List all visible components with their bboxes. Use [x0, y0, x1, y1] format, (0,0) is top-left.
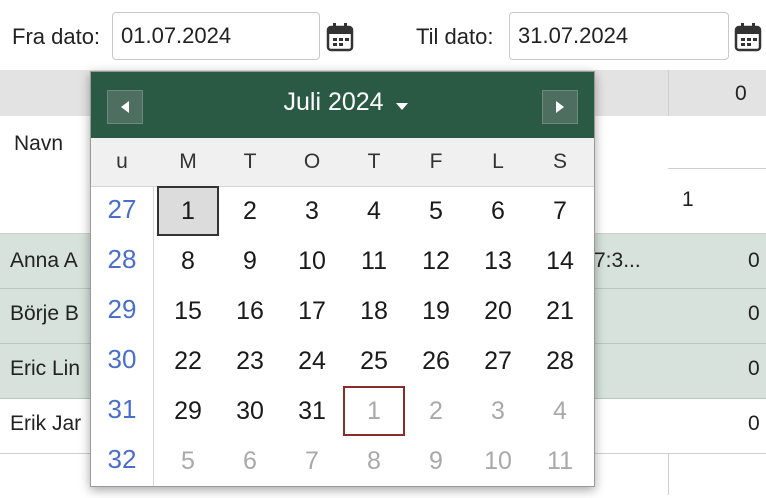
calendar-day[interactable]: 6	[467, 186, 529, 236]
calendar-day[interactable]: 9	[219, 236, 281, 286]
calendar-day[interactable]: 11	[343, 236, 405, 286]
calendar-day[interactable]: 7	[529, 186, 591, 236]
calendar-day[interactable]: 3	[467, 386, 529, 436]
calendar-day[interactable]: 26	[405, 336, 467, 386]
calendar-day[interactable]: 28	[529, 336, 591, 386]
weekday-label: T	[243, 150, 257, 173]
calendar-day[interactable]: 10	[281, 236, 343, 286]
calendar-day[interactable]: 2	[405, 386, 467, 436]
calendar-day[interactable]: 8	[343, 436, 405, 486]
calendar-day[interactable]: 15	[157, 286, 219, 336]
calendar-day[interactable]: 16	[219, 286, 281, 336]
week-number[interactable]: 28	[91, 244, 153, 275]
calendar-icon[interactable]	[326, 22, 354, 52]
row-mid-cell: 7:3...	[594, 249, 641, 272]
name-column-header[interactable]: Navn	[14, 132, 63, 156]
calendar-day[interactable]: 22	[157, 336, 219, 386]
row-right-cell: 0	[748, 357, 760, 380]
calendar-day[interactable]: 7	[281, 436, 343, 486]
week-number-header: u	[116, 150, 128, 173]
calendar-grid: 27 1 2 3 4 5 6 7 28 8 9 10 11 12 13 14 29 15 16 17 18 19 20 21 3…	[91, 186, 594, 486]
row-name: Eric Lin	[10, 357, 81, 380]
weekday-label: S	[552, 150, 567, 173]
weekday-label: L	[492, 150, 504, 173]
calendar-day[interactable]: 4	[529, 386, 591, 436]
weekday-label: F	[429, 150, 443, 173]
week-number[interactable]: 30	[91, 344, 153, 375]
calendar-day[interactable]: 27	[467, 336, 529, 386]
calendar-day[interactable]: 11	[529, 436, 591, 486]
calendar-day[interactable]: 17	[281, 286, 343, 336]
calendar-day[interactable]: 3	[281, 186, 343, 236]
calendar-day[interactable]: 30	[219, 386, 281, 436]
header-cell-right: 0	[735, 82, 747, 105]
caret-down-icon	[395, 89, 409, 118]
month-year-label: Juli 2024	[283, 88, 384, 116]
month-year-selector[interactable]: Juli 2024	[231, 88, 461, 118]
week-number[interactable]: 29	[91, 294, 153, 325]
weekday-header-row: u M T O T F L S	[91, 138, 594, 187]
calendar-day[interactable]: 8	[157, 236, 219, 286]
calendar-day-selected[interactable]: 1	[157, 186, 219, 236]
week-number[interactable]: 31	[91, 394, 153, 425]
row-right-cell: 0	[748, 412, 760, 435]
calendar-day[interactable]: 4	[343, 186, 405, 236]
weekday-label: T	[367, 150, 381, 173]
subheader-divider	[668, 168, 766, 169]
calendar-day[interactable]: 25	[343, 336, 405, 386]
weekday-label: M	[179, 150, 197, 173]
week-number[interactable]: 27	[91, 194, 153, 225]
row-name: Erik Jar	[10, 412, 82, 435]
week-number[interactable]: 32	[91, 444, 153, 475]
calendar-icon[interactable]	[734, 22, 762, 52]
calendar-day[interactable]: 5	[405, 186, 467, 236]
row-name: Anna A	[10, 249, 78, 272]
calendar-day-today[interactable]: 1	[343, 386, 405, 436]
calendar-day[interactable]: 23	[219, 336, 281, 386]
row-name: Börje B	[10, 302, 79, 325]
calendar-day[interactable]: 12	[405, 236, 467, 286]
calendar-day[interactable]: 9	[405, 436, 467, 486]
calendar-day[interactable]: 10	[467, 436, 529, 486]
calendar-day[interactable]: 24	[281, 336, 343, 386]
calendar-day[interactable]: 6	[219, 436, 281, 486]
calendar-day[interactable]: 2	[219, 186, 281, 236]
calendar-day[interactable]: 31	[281, 386, 343, 436]
to-date-label: Til dato:	[416, 24, 494, 49]
row-right-cell: 0	[748, 249, 760, 272]
subheader-cell-right: 1	[682, 188, 694, 211]
from-date-label: Fra dato:	[12, 24, 101, 49]
to-date-input[interactable]: 31.07.2024	[509, 12, 729, 60]
calendar-day[interactable]: 20	[467, 286, 529, 336]
datepicker-popup: Juli 2024 u M T O T F L S 27 1 2 3 4 5 6 7 28 8 9 1…	[90, 71, 595, 487]
calendar-day[interactable]: 29	[157, 386, 219, 436]
from-date-input[interactable]: 01.07.2024	[112, 12, 320, 60]
calendar-day[interactable]: 13	[467, 236, 529, 286]
chevron-right-icon[interactable]	[542, 90, 578, 124]
row-right-cell: 0	[748, 302, 760, 325]
chevron-left-icon[interactable]	[107, 90, 143, 124]
calendar-day[interactable]: 5	[157, 436, 219, 486]
calendar-day[interactable]: 18	[343, 286, 405, 336]
calendar-day[interactable]: 19	[405, 286, 467, 336]
weekday-label: O	[303, 150, 321, 173]
calendar-day[interactable]: 21	[529, 286, 591, 336]
calendar-day[interactable]: 14	[529, 236, 591, 286]
